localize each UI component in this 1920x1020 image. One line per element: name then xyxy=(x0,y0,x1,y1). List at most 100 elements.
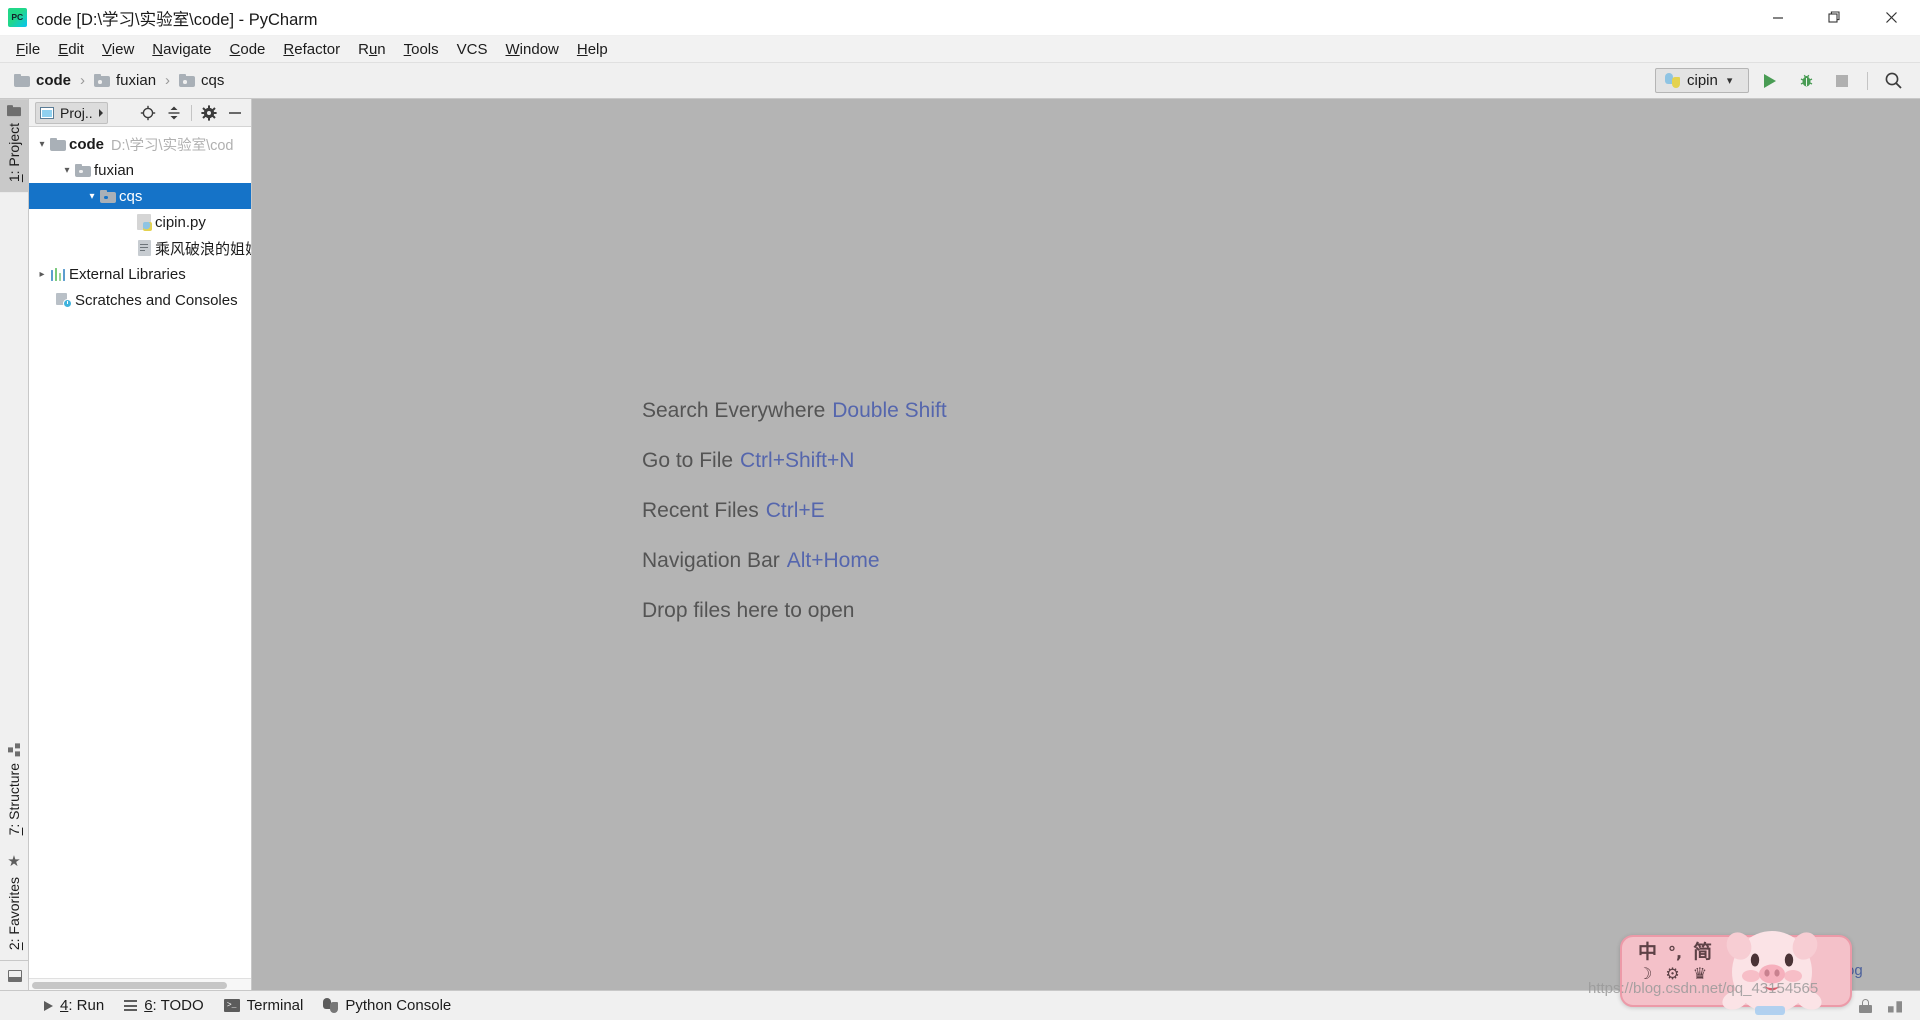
ime-language-mode[interactable]: 中 xyxy=(1638,943,1657,962)
status-tab-todo-label: 6: TODO xyxy=(144,997,204,1014)
hint-label: Drop files here to open xyxy=(642,599,855,622)
tree-row-cipin-py[interactable]: cipin.py xyxy=(29,209,251,235)
text-file-icon xyxy=(137,240,151,256)
tree-row-cqs[interactable]: ▾ cqs xyxy=(29,183,251,209)
status-tab-todo[interactable]: 6: TODO xyxy=(114,995,213,1016)
hint-shortcut: Alt+Home xyxy=(786,549,880,572)
menu-run[interactable]: Run xyxy=(349,39,395,60)
welcome-hints: Search Everywhere Double Shift Go to File… xyxy=(642,399,1920,623)
terminal-icon: >_ xyxy=(223,999,240,1012)
hide-windows-button[interactable] xyxy=(0,960,29,990)
sidebar-tab-favorites-label: 2: Favorites xyxy=(6,876,22,950)
toolbar-divider xyxy=(191,104,192,121)
hide-panel-button[interactable] xyxy=(223,102,247,124)
chevron-right-icon[interactable]: ▸ xyxy=(35,269,49,280)
folder-icon xyxy=(7,105,21,116)
left-tool-strip: 1: Project 7: Structure 2: Favorites ★ xyxy=(0,99,29,990)
project-tree-horizontal-scrollbar[interactable] xyxy=(29,978,251,990)
tree-row-text-file[interactable]: 乘风破浪的姐姐 xyxy=(29,235,251,261)
editor-empty-area[interactable]: Search Everywhere Double Shift Go to File… xyxy=(252,99,1920,990)
maximize-button[interactable] xyxy=(1806,0,1863,36)
run-button[interactable] xyxy=(1755,67,1785,95)
scrollbar-thumb[interactable] xyxy=(32,982,227,989)
ime-simplified-mode[interactable]: 简 xyxy=(1693,943,1712,962)
status-tab-python-console[interactable]: Python Console xyxy=(313,995,461,1016)
stop-icon xyxy=(1836,74,1848,87)
chevron-down-icon[interactable]: ▾ xyxy=(85,191,99,202)
sidebar-tab-structure[interactable]: 7: Structure xyxy=(0,737,28,845)
breadcrumb-item-code[interactable]: code xyxy=(12,70,73,91)
ime-punctuation-mode[interactable]: °, xyxy=(1668,944,1682,961)
watermark-text: https://blog.csdn.net/qq_43154565 xyxy=(1588,980,1819,997)
menu-tools[interactable]: Tools xyxy=(395,39,448,60)
triangle-down-icon xyxy=(98,108,103,117)
project-tree[interactable]: ▾ code D:\学习\实验室\cod ▾ fuxian ▾ cqs cipi… xyxy=(29,127,251,978)
menu-file[interactable]: File xyxy=(7,39,49,60)
sidebar-tab-project[interactable]: 1: Project xyxy=(0,99,28,193)
breadcrumb-separator: › xyxy=(165,72,171,89)
structure-icon xyxy=(7,743,21,757)
menu-refactor[interactable]: Refactor xyxy=(274,39,349,60)
window-title: code [D:\学习\实验室\code] - PyCharm xyxy=(36,10,318,29)
project-panel-title: Proj.. xyxy=(60,104,93,121)
tree-row-scratches[interactable]: Scratches and Consoles xyxy=(29,287,251,313)
project-panel-header: Proj.. xyxy=(29,99,251,127)
tree-row-fuxian[interactable]: ▾ fuxian xyxy=(29,157,251,183)
sidebar-tab-project-label: 1: Project xyxy=(6,123,22,183)
menu-window[interactable]: Window xyxy=(497,39,568,60)
hint-search-everywhere: Search Everywhere Double Shift xyxy=(642,399,1920,423)
lock-icon[interactable] xyxy=(1859,998,1872,1013)
tree-label: cqs xyxy=(119,187,143,205)
search-icon xyxy=(1885,72,1902,89)
stop-button[interactable] xyxy=(1827,67,1857,95)
menu-code[interactable]: Code xyxy=(221,39,275,60)
locate-button[interactable] xyxy=(136,102,160,124)
minimize-button[interactable] xyxy=(1749,0,1806,36)
menu-navigate[interactable]: Navigate xyxy=(143,39,220,60)
collapse-all-button[interactable] xyxy=(162,102,186,124)
tree-row-code[interactable]: ▾ code D:\学习\实验室\cod xyxy=(29,131,251,157)
project-view-selector[interactable]: Proj.. xyxy=(35,101,108,124)
chevron-down-icon[interactable]: ▾ xyxy=(60,165,74,176)
run-configuration-selector[interactable]: cipin ▾ xyxy=(1655,68,1749,93)
hint-label: Go to File xyxy=(642,449,734,472)
hint-shortcut: Double Shift xyxy=(832,399,947,422)
status-tab-run[interactable]: 4: Run xyxy=(34,995,114,1016)
status-tab-run-label: 4: Run xyxy=(60,997,105,1014)
memory-indicator-icon[interactable] xyxy=(1888,1001,1902,1013)
chevron-down-icon[interactable]: ▾ xyxy=(35,139,49,150)
play-icon xyxy=(1764,73,1776,88)
folder-icon xyxy=(75,163,91,177)
sidebar-tab-favorites[interactable]: 2: Favorites ★ xyxy=(0,846,28,960)
folder-icon xyxy=(100,189,116,203)
search-button[interactable] xyxy=(1878,67,1908,95)
status-tab-terminal-label: Terminal xyxy=(246,997,304,1014)
bug-icon xyxy=(1800,74,1812,87)
close-button[interactable] xyxy=(1863,0,1920,36)
folder-icon xyxy=(14,74,30,87)
menu-file-rest: ile xyxy=(25,40,41,58)
pycharm-window: PC code [D:\学习\实验室\code] - PyCharm File … xyxy=(0,0,1920,1020)
sidebar-tab-structure-label: 7: Structure xyxy=(6,763,22,836)
run-configuration-name: cipin xyxy=(1687,72,1718,89)
menu-view[interactable]: View xyxy=(93,39,143,60)
hint-drop-files: Drop files here to open xyxy=(642,599,1920,623)
menu-help[interactable]: Help xyxy=(568,39,617,60)
settings-button[interactable] xyxy=(197,102,221,124)
menu-vcs[interactable]: VCS xyxy=(448,39,497,60)
pig-mascot-icon xyxy=(1722,931,1822,1015)
tree-label: External Libraries xyxy=(69,265,186,283)
menu-edit[interactable]: Edit xyxy=(49,39,93,60)
tree-label: 乘风破浪的姐姐 xyxy=(155,240,251,258)
folder-icon xyxy=(50,137,66,151)
hint-shortcut: Ctrl+E xyxy=(765,499,825,522)
breadcrumb-item-cqs[interactable]: cqs xyxy=(177,70,226,91)
hint-shortcut: Ctrl+Shift+N xyxy=(740,449,855,472)
tree-row-external-libraries[interactable]: ▸ External Libraries xyxy=(29,261,251,287)
status-tab-terminal[interactable]: >_ Terminal xyxy=(214,995,314,1016)
tree-label: cipin.py xyxy=(155,213,206,231)
breadcrumb-item-fuxian[interactable]: fuxian xyxy=(92,70,158,91)
debug-button[interactable] xyxy=(1791,67,1821,95)
window-icon xyxy=(7,969,22,982)
tree-label: Scratches and Consoles xyxy=(75,291,238,309)
